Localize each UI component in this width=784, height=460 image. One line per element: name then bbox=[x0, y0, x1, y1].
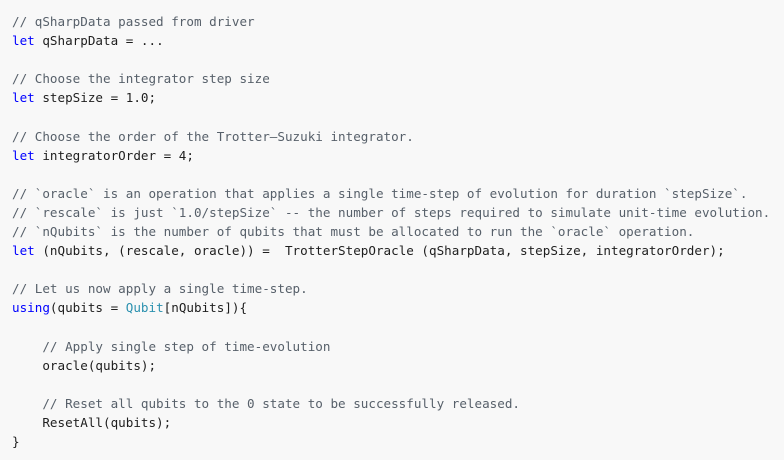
code-text: [nQubits]){ bbox=[163, 300, 248, 316]
comment: // Let us now apply a single time-step. bbox=[12, 281, 308, 297]
keyword: let bbox=[12, 90, 35, 106]
code-text: integratorOrder = 4; bbox=[34, 147, 194, 163]
code-line: using(qubits = Qubit[nQubits]){ bbox=[12, 298, 784, 317]
code-line: oracle(qubits); bbox=[12, 356, 784, 375]
code-line: // Reset all qubits to the 0 state to be… bbox=[12, 394, 784, 413]
code-line: let (nQubits, (rescale, oracle)) = Trott… bbox=[12, 241, 784, 260]
comment: // Choose the integrator step size bbox=[12, 71, 270, 87]
code-line: let integratorOrder = 4; bbox=[12, 146, 784, 165]
code-line: // `nQubits` is the number of qubits tha… bbox=[12, 222, 784, 241]
code-text: ResetAll(qubits); bbox=[12, 414, 172, 430]
code-line: } bbox=[12, 432, 784, 451]
code-block[interactable]: // qSharpData passed from driver let qSh… bbox=[0, 0, 784, 460]
keyword: let bbox=[12, 243, 35, 259]
code-text: oracle(qubits); bbox=[12, 357, 157, 373]
keyword: let bbox=[12, 147, 35, 163]
code-line: // Let us now apply a single time-step. bbox=[12, 279, 784, 298]
code-line: // `rescale` is just `1.0/stepSize` -- t… bbox=[12, 203, 784, 222]
comment: // Apply single step of time-evolution bbox=[12, 338, 331, 354]
comment: // `oracle` is an operation that applies… bbox=[12, 185, 748, 201]
code-text: (qubits = bbox=[49, 300, 126, 316]
code-text: stepSize = 1.0; bbox=[34, 90, 157, 106]
code-line: ResetAll(qubits); bbox=[12, 413, 784, 432]
code-line: // `oracle` is an operation that applies… bbox=[12, 184, 784, 203]
code-line: // Apply single step of time-evolution bbox=[12, 337, 784, 356]
code-text: qSharpData = ... bbox=[34, 33, 164, 49]
keyword: let bbox=[12, 33, 35, 49]
code-line: let stepSize = 1.0; bbox=[12, 88, 784, 107]
code-line: // Choose the integrator step size bbox=[12, 69, 784, 88]
comment: // qSharpData passed from driver bbox=[12, 14, 255, 29]
comment: // Choose the order of the Trotter—Suzuk… bbox=[12, 128, 414, 144]
type-name: Qubit bbox=[125, 300, 164, 316]
code-line: let qSharpData = ... bbox=[12, 31, 784, 50]
keyword: using bbox=[12, 300, 50, 316]
comment: // `rescale` is just `1.0/stepSize` -- t… bbox=[12, 204, 771, 220]
code-text: (nQubits, (rescale, oracle)) = TrotterSt… bbox=[34, 243, 725, 259]
code-line: // qSharpData passed from driver bbox=[12, 12, 784, 31]
comment: // Reset all qubits to the 0 state to be… bbox=[12, 395, 520, 411]
code-line: // Choose the order of the Trotter—Suzuk… bbox=[12, 127, 784, 146]
code-text: } bbox=[12, 434, 20, 450]
comment: // `nQubits` is the number of qubits tha… bbox=[12, 224, 695, 240]
